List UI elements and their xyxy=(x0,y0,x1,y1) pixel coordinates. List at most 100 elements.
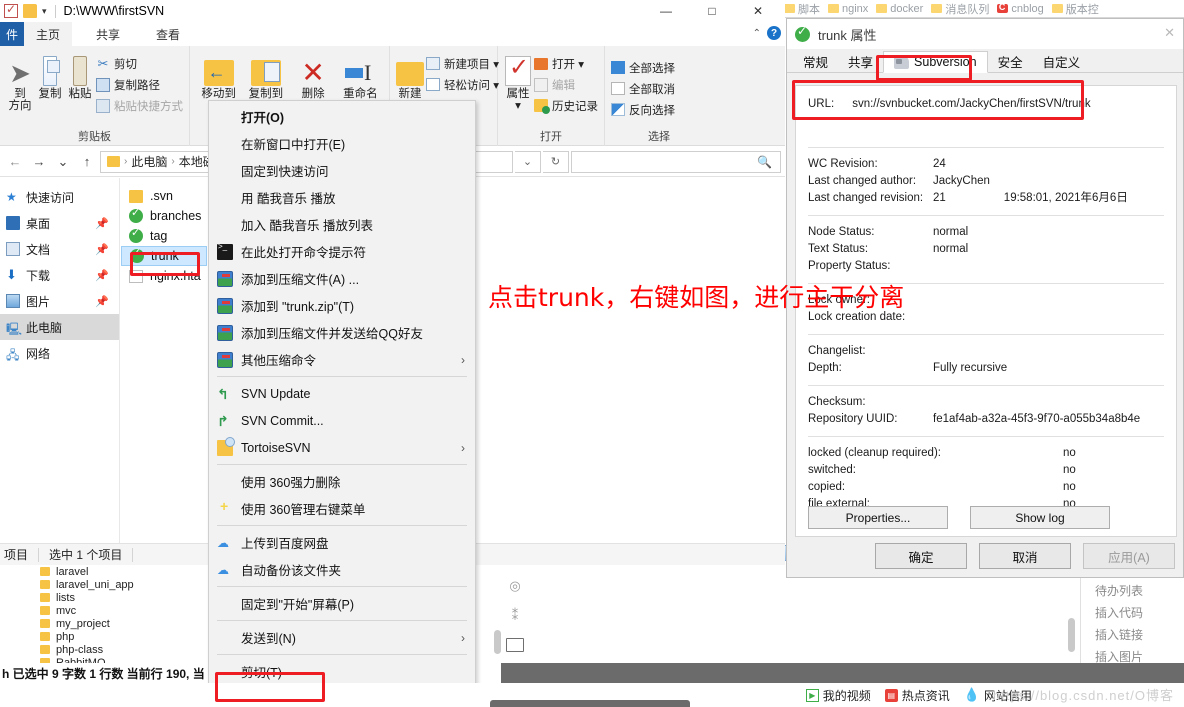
history-button[interactable]: 历史记录 xyxy=(534,96,598,115)
menu-item-open-cmd[interactable]: 在此处打开命令提示符 xyxy=(209,238,475,265)
menu-item-kuwo-playlist[interactable]: 加入 酷我音乐 播放列表 xyxy=(209,211,475,238)
sidebar-item-quick-access[interactable]: ★ 快速访问 xyxy=(0,184,119,210)
properties-button[interactable]: Properties... xyxy=(808,506,948,529)
taskbar-window-tab[interactable] xyxy=(490,700,690,707)
menu-icon xyxy=(217,630,233,646)
screen-icon[interactable] xyxy=(506,638,524,652)
properties-button[interactable]: 属性 ▾ xyxy=(504,50,532,112)
bookmark-item[interactable]: 脚本 xyxy=(784,1,820,17)
tab-share[interactable]: 共享 xyxy=(84,22,132,46)
folder-icon xyxy=(40,619,50,628)
taskbar-item-my-video[interactable]: ▶ 我的视频 xyxy=(805,687,871,704)
file-name: tag xyxy=(150,229,168,243)
new-item-button[interactable]: 新建项目 ▾ xyxy=(426,54,499,73)
ok-button[interactable]: 确定 xyxy=(875,543,967,569)
winrar-icon xyxy=(217,297,233,314)
cut-button[interactable]: ✂ 剪切 xyxy=(96,54,183,73)
menu-item-360-force-delete[interactable]: 使用 360强力删除 xyxy=(209,468,475,495)
invert-selection-button[interactable]: 反向选择 xyxy=(611,100,675,119)
bookmark-item[interactable]: docker xyxy=(876,3,923,15)
panel-item-insert-code[interactable]: 插入代码 xyxy=(1081,601,1184,623)
field-text-status: Text Status: normal xyxy=(808,241,1164,258)
tab-sharing[interactable]: 共享 xyxy=(838,50,883,72)
minimize-button[interactable]: — xyxy=(643,0,689,22)
menu-item-upload-baidu-pan[interactable]: ☁ 上传到百度网盘 xyxy=(209,529,475,556)
target-icon[interactable]: ◎ xyxy=(509,578,520,594)
bookmark-item[interactable]: 版本控 xyxy=(1051,1,1099,17)
tab-view[interactable]: 查看 xyxy=(144,22,192,46)
menu-item-tortoisesvn[interactable]: TortoiseSVN › xyxy=(209,434,475,461)
select-none-button[interactable]: 全部取消 xyxy=(611,79,675,98)
breadcrumb-separator: › xyxy=(171,156,175,167)
taskbar-item-hot-news[interactable]: ▤ 热点资讯 xyxy=(884,687,950,704)
panel-item-insert-link[interactable]: 插入链接 xyxy=(1081,623,1184,645)
button-label: 历史记录 xyxy=(552,100,598,113)
sidebar-item-network[interactable]: 🖧 网络 xyxy=(0,340,119,366)
bookmark-item[interactable]: nginx xyxy=(828,3,868,15)
easy-access-button[interactable]: 轻松访问 ▾ xyxy=(426,75,499,94)
chevron-down-icon[interactable]: ▾ xyxy=(42,6,47,17)
scrollbar-thumb[interactable] xyxy=(1068,618,1075,652)
close-icon[interactable]: ✕ xyxy=(1164,25,1175,41)
copy-path-button[interactable]: 复制路径 xyxy=(96,75,183,94)
sidebar-item-this-pc[interactable]: 🖳 此电脑 xyxy=(0,314,119,340)
menu-item-other-archive-commands[interactable]: 其他压缩命令 › xyxy=(209,346,475,373)
menu-item-label: 自动备份该文件夹 xyxy=(241,564,342,578)
tab-file[interactable]: 件 xyxy=(0,22,24,46)
menu-item-open[interactable]: 打开(O) xyxy=(209,103,475,130)
cancel-button[interactable]: 取消 xyxy=(979,543,1071,569)
move-icon[interactable]: ⁑ xyxy=(512,608,519,624)
menu-item-open-new-window[interactable]: 在新窗口中打开(E) xyxy=(209,130,475,157)
close-button[interactable]: ✕ xyxy=(735,0,781,22)
menu-item-add-to-archive[interactable]: 添加到压缩文件(A) ... xyxy=(209,265,475,292)
address-dropdown-button[interactable]: ⌄ xyxy=(515,150,541,173)
menu-item-kuwo-play[interactable]: 用 酷我音乐 播放 xyxy=(209,184,475,211)
tab-customize[interactable]: 自定义 xyxy=(1033,50,1091,72)
menu-item-svn-update[interactable]: ↰ SVN Update xyxy=(209,380,475,407)
show-log-button[interactable]: Show log xyxy=(970,506,1110,529)
menu-item-add-to-trunk-zip[interactable]: 添加到 "trunk.zip"(T) xyxy=(209,292,475,319)
select-all-button[interactable]: 全部选择 xyxy=(611,58,675,77)
menu-item-archive-send-qq[interactable]: 添加到压缩文件并发送给QQ好友 xyxy=(209,319,475,346)
tab-security[interactable]: 安全 xyxy=(988,50,1033,72)
help-icon[interactable]: ? xyxy=(767,26,781,40)
tab-home[interactable]: 主页 xyxy=(24,22,73,46)
maximize-button[interactable]: □ xyxy=(689,0,735,22)
open-button[interactable]: 打开 ▾ xyxy=(534,54,598,73)
menu-item-cut[interactable]: 剪切(T) xyxy=(209,658,475,685)
watermark: https://blog.csdn.net/O博客 xyxy=(992,688,1174,703)
search-input[interactable]: 🔍 xyxy=(571,150,781,173)
forward-button[interactable]: → xyxy=(28,151,50,173)
panel-item-todo[interactable]: 待办列表 xyxy=(1081,579,1184,601)
rename-button[interactable]: 重命名 xyxy=(338,50,383,100)
sidebar-item-downloads[interactable]: ⬇ 下载 📌 xyxy=(0,262,119,288)
new-folder-button[interactable]: 新建 xyxy=(396,50,424,100)
collapse-ribbon-icon[interactable]: ⌃ xyxy=(753,28,761,39)
refresh-button[interactable]: ↻ xyxy=(543,150,569,173)
bookmark-item[interactable]: cnblog xyxy=(997,2,1044,15)
scrollbar-thumb[interactable] xyxy=(494,630,501,654)
breadcrumb-segment[interactable]: 此电脑 xyxy=(131,153,167,170)
copy-to-button[interactable]: 复制到 xyxy=(243,50,288,100)
menu-item-360-manage-menu[interactable]: 使用 360管理右键菜单 xyxy=(209,495,475,522)
menu-item-pin-quick-access[interactable]: 固定到快速访问 xyxy=(209,157,475,184)
bookmark-item[interactable]: 消息队列 xyxy=(931,1,989,17)
list-item-trunk[interactable]: trunk xyxy=(121,246,207,266)
menu-item-svn-commit[interactable]: ↱ SVN Commit... xyxy=(209,407,475,434)
delete-button[interactable]: ✕ 删除 xyxy=(291,50,336,101)
sidebar-item-pictures[interactable]: 图片 📌 xyxy=(0,288,119,314)
paste-button[interactable]: 粘贴 xyxy=(66,50,94,100)
sidebar-item-desktop[interactable]: 桌面 📌 xyxy=(0,210,119,236)
move-to-button[interactable]: 移动到 xyxy=(196,50,241,100)
menu-item-send-to[interactable]: 发送到(N) › xyxy=(209,624,475,651)
tab-general[interactable]: 常规 xyxy=(793,50,838,72)
copy-button[interactable]: 复制 xyxy=(36,50,64,100)
pin-to-quick-access-button[interactable]: ➤ 到 方向 xyxy=(6,50,34,112)
up-button[interactable]: ↑ xyxy=(76,151,98,173)
back-button[interactable]: ← xyxy=(4,151,26,173)
sidebar-item-documents[interactable]: 文档 📌 xyxy=(0,236,119,262)
menu-item-auto-backup-folder[interactable]: ☁ 自动备份该文件夹 xyxy=(209,556,475,583)
tab-subversion[interactable]: Subversion xyxy=(883,51,988,73)
recent-locations-button[interactable]: ⌄ xyxy=(52,151,74,173)
menu-item-pin-to-start[interactable]: 固定到"开始"屏幕(P) xyxy=(209,590,475,617)
